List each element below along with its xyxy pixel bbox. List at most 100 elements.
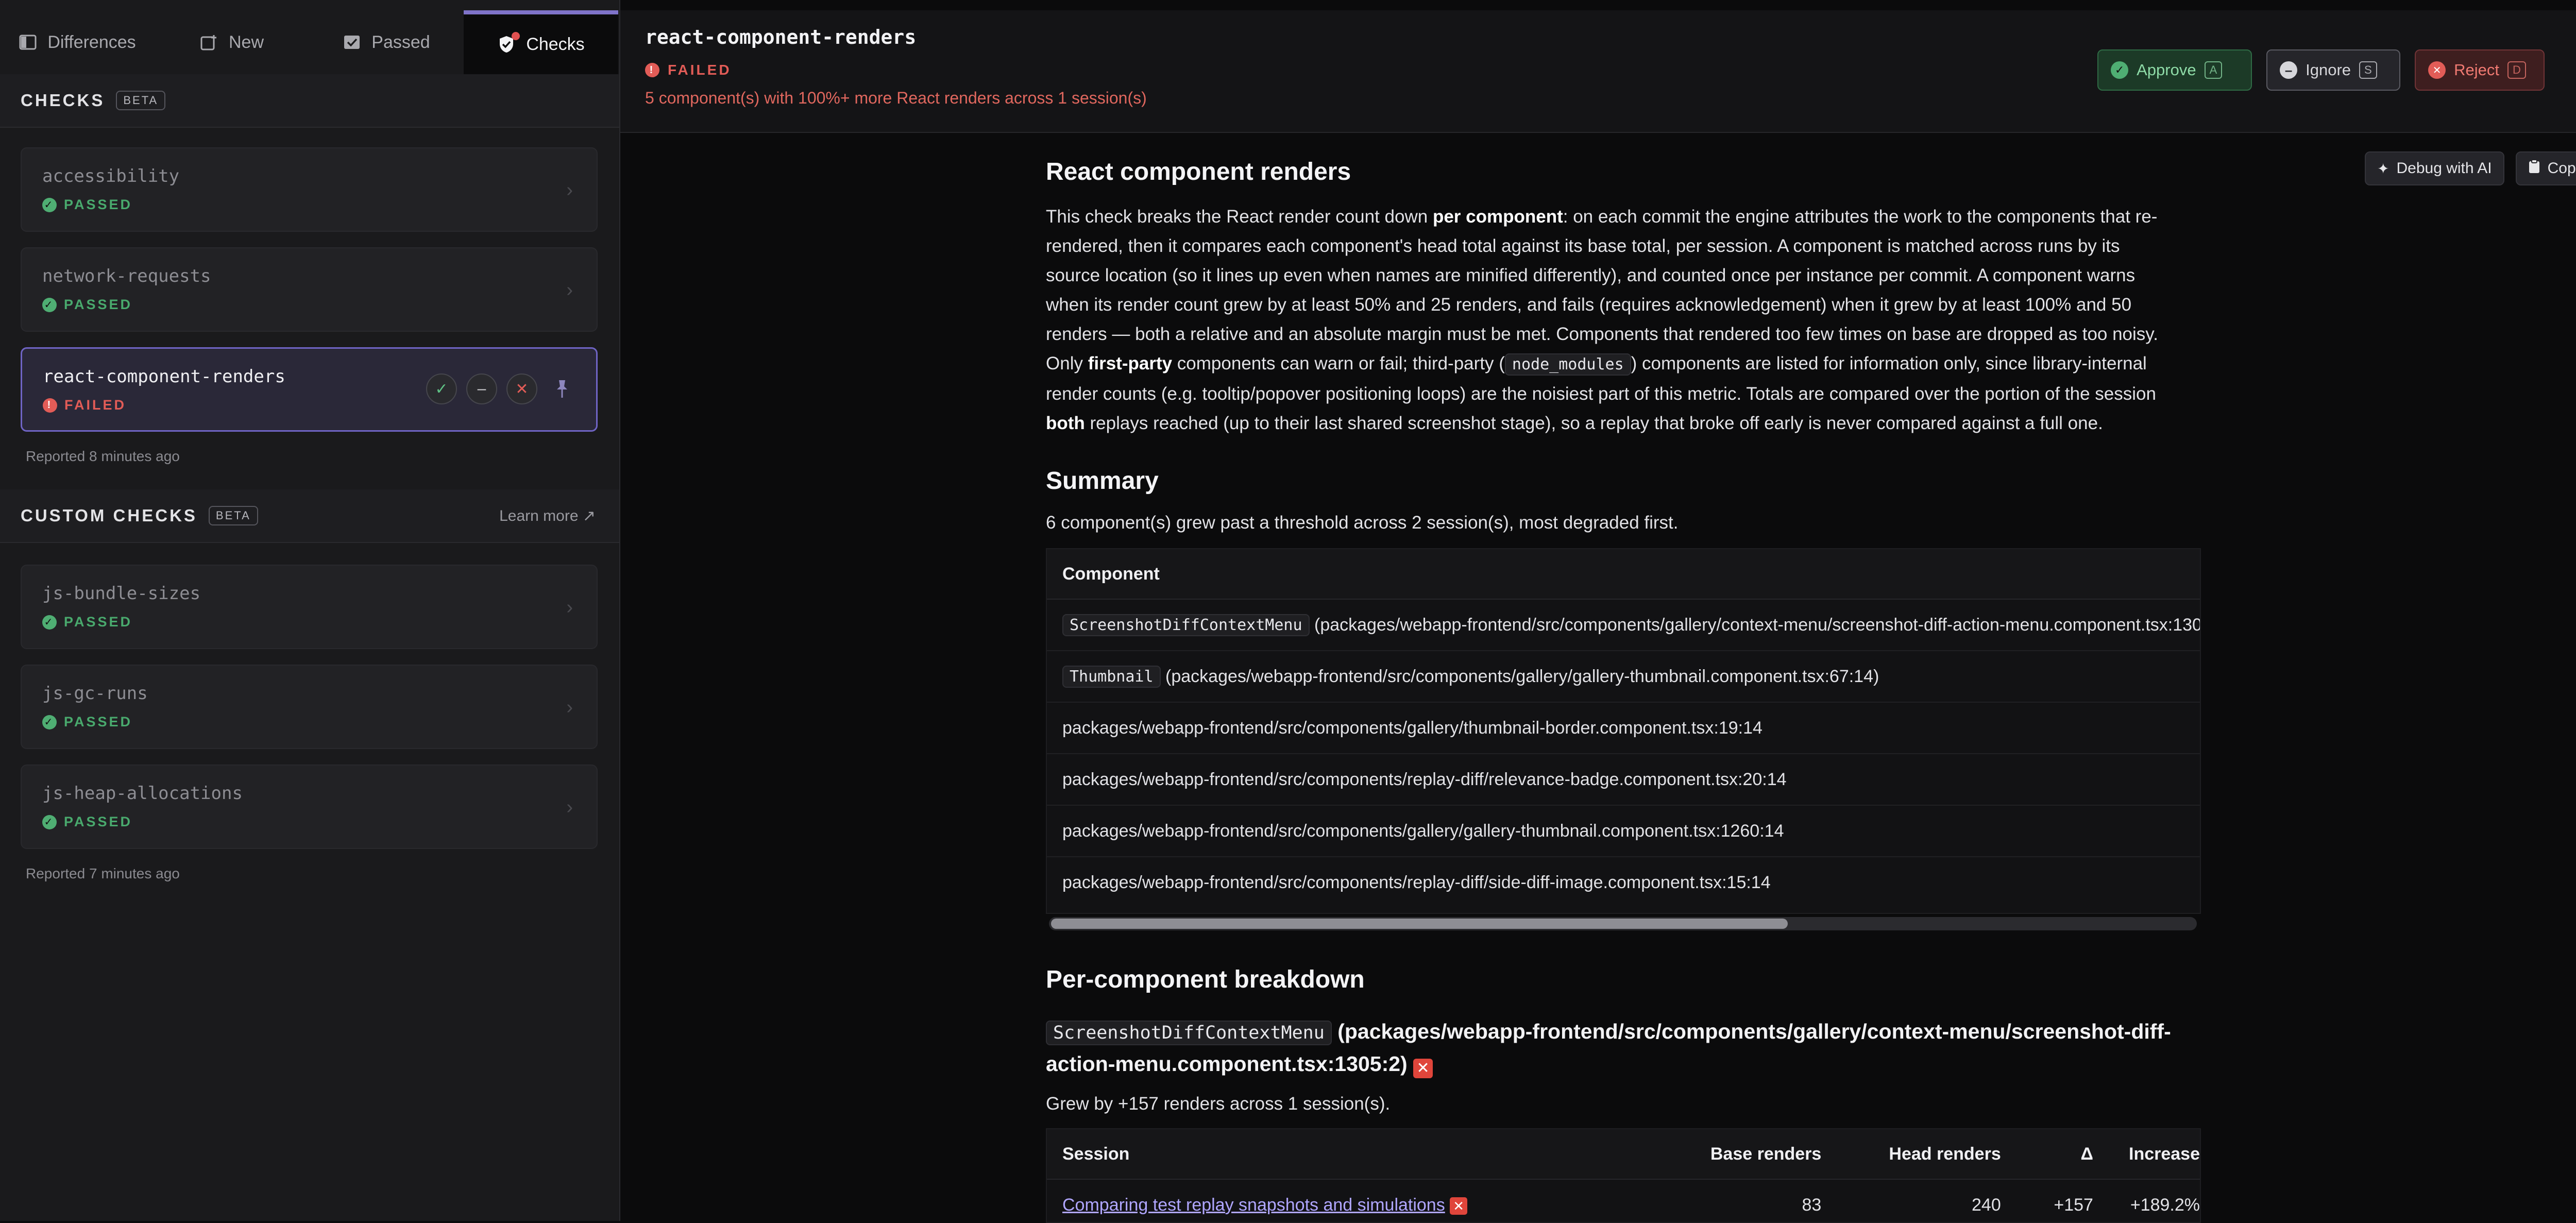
failed-icon: !	[43, 398, 57, 413]
x-circle-icon: ✕	[2428, 61, 2446, 79]
check-status: ✓ PASSED	[42, 297, 132, 313]
col-session: Session	[1062, 1144, 1130, 1164]
check-card-react-component-renders[interactable]: react-component-renders ! FAILED ✓ – ✕	[21, 347, 598, 432]
col-increase: Increase	[2129, 1144, 2200, 1164]
component-name: ScreenshotDiffContextMenu	[1062, 614, 1310, 636]
reject-button[interactable]: ✕ Reject D	[2415, 49, 2545, 91]
debug-with-ai-button[interactable]: ✦ Debug with AI	[2365, 151, 2504, 185]
chevron-right-icon: ›	[566, 796, 573, 818]
chevron-right-icon: ›	[566, 179, 573, 201]
chevron-right-icon: ›	[566, 279, 573, 301]
check-name: js-gc-runs	[42, 683, 148, 704]
check-card-accessibility[interactable]: accessibility ✓ PASSED ›	[21, 147, 598, 232]
card-actions: ✓ – ✕	[426, 373, 578, 404]
tab-label: New	[228, 32, 264, 52]
tab-new[interactable]: New	[155, 10, 309, 74]
sidebar: Differences New Passed Checks CHECKS BET…	[0, 0, 620, 1221]
check-title: react-component-renders	[645, 26, 917, 48]
reported-time: Reported 8 minutes ago	[26, 448, 180, 464]
check-card-js-heap-allocations[interactable]: js-heap-allocations ✓ PASSED ›	[21, 765, 598, 849]
shortcut-key: D	[2507, 61, 2526, 79]
base-renders: 83	[1802, 1195, 1822, 1215]
notification-dot	[512, 32, 520, 40]
table-row: Thumbnail (packages/webapp-frontend/src/…	[1047, 651, 2200, 703]
table-row: ScreenshotDiffContextMenu (packages/weba…	[1047, 600, 2200, 651]
component-path: packages/webapp-frontend/src/components/…	[1062, 872, 1771, 892]
custom-checks-section-header: CUSTOM CHECKS BETA Learn more ↗	[0, 489, 619, 543]
col-head: Head renders	[1889, 1144, 2001, 1164]
tab-label: Checks	[526, 34, 585, 54]
table-row: packages/webapp-frontend/src/components/…	[1047, 703, 2200, 754]
component-path: packages/webapp-frontend/src/components/…	[1062, 718, 1762, 738]
tab-checks[interactable]: Checks	[464, 10, 618, 74]
col-base: Base renders	[1710, 1144, 1822, 1164]
increase: +189.2%	[2130, 1195, 2200, 1215]
passed-icon: ✓	[42, 615, 57, 630]
tab-bar: Differences New Passed Checks	[0, 10, 619, 75]
inline-code: node_modules	[1504, 353, 1631, 376]
section-title: CHECKS	[21, 91, 105, 110]
columns-icon	[19, 33, 37, 52]
beta-badge: BETA	[208, 506, 258, 525]
shield-check-icon	[497, 32, 520, 54]
tab-label: Passed	[371, 32, 430, 52]
tab-passed[interactable]: Passed	[309, 10, 464, 74]
approve-check-button[interactable]: ✓	[426, 373, 457, 404]
table-row: packages/webapp-frontend/src/components/…	[1047, 754, 2200, 806]
chevron-right-icon: ›	[566, 597, 573, 618]
table-horizontal-scrollbar[interactable]	[1049, 917, 2197, 930]
doc-tools: ✦ Debug with AI Copy	[2365, 151, 2576, 185]
scrollbar-thumb[interactable]	[1051, 919, 1788, 929]
component-path: (packages/webapp-frontend/src/components…	[1165, 666, 1879, 686]
failed-icon: !	[645, 63, 659, 77]
check-header: react-component-renders ! FAILED 5 compo…	[620, 10, 2576, 133]
check-card-network-requests[interactable]: network-requests ✓ PASSED ›	[21, 247, 598, 332]
chevron-right-icon: ›	[566, 697, 573, 718]
breakdown-component-heading: ScreenshotDiffContextMenu (packages/weba…	[1046, 1016, 2200, 1079]
check-status: ✓ PASSED	[42, 614, 132, 630]
check-status: ✓ PASSED	[42, 814, 132, 830]
table-header: Session Base renders Head renders Δ Incr…	[1047, 1129, 2200, 1180]
check-status: ! FAILED	[43, 397, 126, 413]
beta-badge: BETA	[116, 91, 166, 110]
copy-button[interactable]: Copy	[2515, 151, 2576, 185]
tab-differences[interactable]: Differences	[0, 10, 155, 74]
check-card-js-bundle-sizes[interactable]: js-bundle-sizes ✓ PASSED ›	[21, 565, 598, 649]
col-delta: Δ	[2080, 1144, 2093, 1164]
session-table: Session Base renders Head renders Δ Incr…	[1046, 1128, 2201, 1223]
head-renders: 240	[1972, 1195, 2001, 1215]
component-name: ScreenshotDiffContextMenu	[1046, 1021, 1332, 1045]
reject-check-button[interactable]: ✕	[506, 373, 537, 404]
passed-icon: ✓	[42, 297, 57, 312]
failed-x-icon: ✕	[1413, 1059, 1433, 1078]
sparkle-icon: ✦	[2377, 160, 2389, 177]
check-card-js-gc-runs[interactable]: js-gc-runs ✓ PASSED ›	[21, 665, 598, 749]
check-status: ✓ PASSED	[42, 197, 132, 213]
shortcut-key: S	[2359, 61, 2377, 79]
shortcut-key: A	[2204, 61, 2223, 79]
component-path: (packages/webapp-frontend/src/components…	[1314, 615, 2201, 635]
delta: +157	[2054, 1195, 2093, 1215]
ignore-button[interactable]: – Ignore S	[2266, 49, 2401, 91]
learn-more-link[interactable]: Learn more ↗	[499, 507, 596, 525]
table-row: Comparing test replay snapshots and simu…	[1047, 1180, 2200, 1222]
component-name: Thumbnail	[1062, 665, 1161, 688]
failed-x-icon: ✕	[1450, 1197, 1468, 1215]
check-summary-message: 5 component(s) with 100%+ more React ren…	[645, 89, 1147, 107]
check-status: ✓ PASSED	[42, 714, 132, 730]
minus-circle-icon: –	[2280, 61, 2298, 79]
ignore-check-button[interactable]: –	[466, 373, 497, 404]
pin-icon[interactable]	[547, 373, 578, 404]
session-cell: Comparing test replay snapshots and simu…	[1047, 1195, 1616, 1215]
table-header: Component	[1047, 549, 2200, 600]
review-actions: ✓ Approve A – Ignore S ✕ Reject D ✕	[2097, 49, 2576, 91]
check-name: js-heap-allocations	[42, 783, 243, 804]
section-title: CUSTOM CHECKS	[21, 506, 197, 525]
table-row: packages/webapp-frontend/src/components/…	[1047, 857, 2200, 908]
breakdown-title: Per-component breakdown	[1046, 966, 1365, 993]
session-link[interactable]: Comparing test replay snapshots and simu…	[1062, 1195, 1445, 1215]
approve-button[interactable]: ✓ Approve A	[2097, 49, 2252, 91]
check-name: js-bundle-sizes	[42, 583, 201, 604]
check-square-icon	[343, 33, 361, 52]
tab-label: Differences	[47, 32, 136, 52]
